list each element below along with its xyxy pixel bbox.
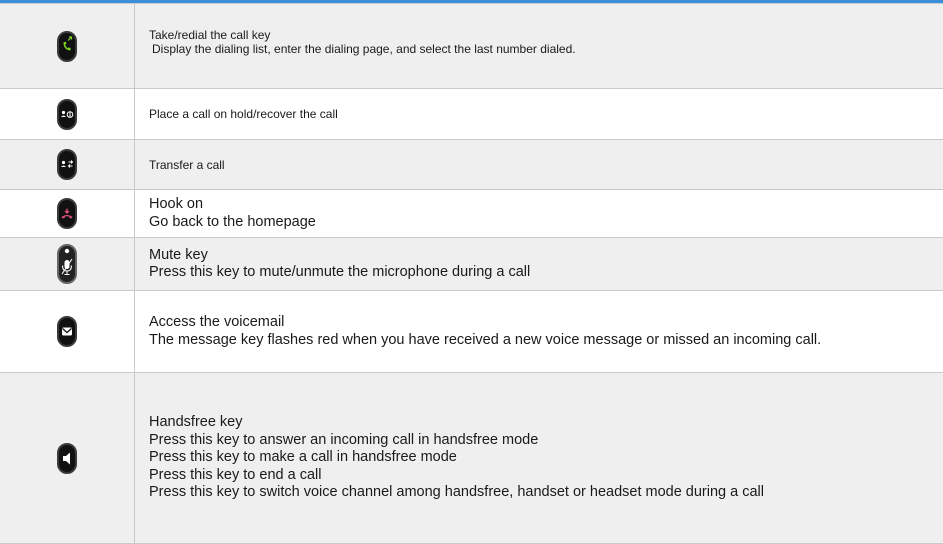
row-detail: Display the dialing list, enter the dial… [149, 42, 943, 56]
row-detail: Press this key to make a call in handsfr… [149, 449, 943, 467]
description-cell: Mute key Press this key to mute/unmute t… [135, 238, 943, 291]
icon-cell [0, 291, 135, 373]
call-redial-key-icon [57, 31, 77, 62]
icon-cell [0, 373, 135, 544]
table-row: Place a call on hold/recover the call [0, 89, 943, 140]
table-row: Access the voicemail The message key fla… [0, 291, 943, 373]
row-title: Place a call on hold/recover the call [149, 107, 943, 121]
row-detail: Press this key to end a call [149, 467, 943, 485]
row-title: Mute key [149, 247, 943, 265]
description-cell: Hook on Go back to the homepage [135, 190, 943, 238]
row-detail: The message key flashes red when you hav… [149, 332, 943, 350]
hold-key-icon [57, 99, 77, 130]
transfer-key-icon [57, 149, 77, 180]
mute-key-icon [57, 244, 77, 284]
row-title: Transfer a call [149, 158, 943, 172]
row-title: Handsfree key [149, 414, 943, 432]
description-cell: Transfer a call [135, 140, 943, 190]
icon-cell [0, 4, 135, 89]
icon-cell [0, 89, 135, 140]
row-detail: Press this key to switch voice channel a… [149, 484, 943, 502]
row-detail: Press this key to mute/unmute the microp… [149, 264, 943, 282]
table-row: Hook on Go back to the homepage [0, 190, 943, 238]
row-title: Take/redial the call key [149, 28, 943, 42]
table-row: Mute key Press this key to mute/unmute t… [0, 238, 943, 291]
icon-cell [0, 190, 135, 238]
row-detail: Go back to the homepage [149, 214, 943, 232]
table-row: Take/redial the call key Display the dia… [0, 4, 943, 89]
row-detail: Press this key to answer an incoming cal… [149, 432, 943, 450]
description-cell: Handsfree key Press this key to answer a… [135, 373, 943, 544]
description-cell: Place a call on hold/recover the call [135, 89, 943, 140]
voicemail-key-icon [57, 316, 77, 347]
row-title: Access the voicemail [149, 314, 943, 332]
table-row: Handsfree key Press this key to answer a… [0, 373, 943, 544]
icon-cell [0, 140, 135, 190]
handsfree-key-icon [57, 443, 77, 474]
description-cell: Access the voicemail The message key fla… [135, 291, 943, 373]
description-cell: Take/redial the call key Display the dia… [135, 4, 943, 89]
table-row: Transfer a call [0, 140, 943, 190]
icon-cell [0, 238, 135, 291]
key-description-table: Take/redial the call key Display the dia… [0, 3, 943, 544]
row-title: Hook on [149, 196, 943, 214]
hook-on-key-icon [57, 198, 77, 229]
